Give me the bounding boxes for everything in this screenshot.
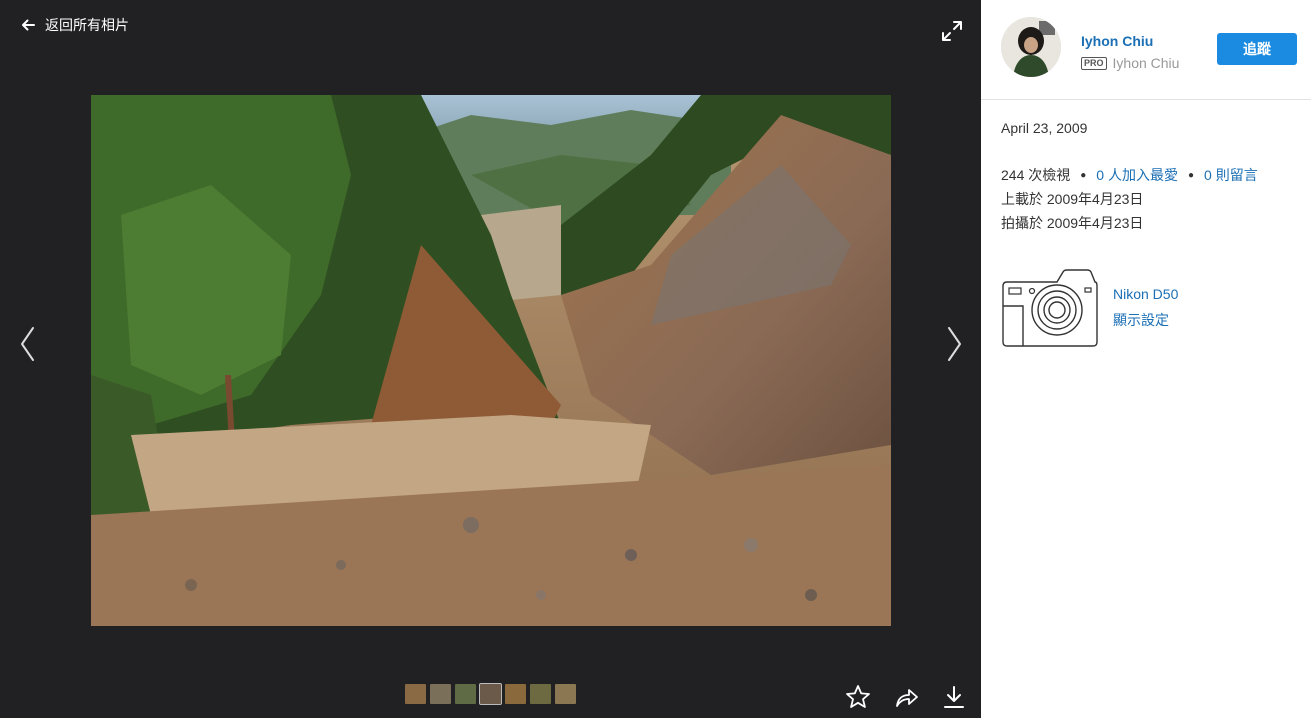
info-panel: Iyhon Chiu PRO Iyhon Chiu 追蹤 April 23, 2… [981,0,1311,718]
photo-info: April 23, 2009 244 次檢視 ● 0 人加入最愛 ● 0 則留言… [1001,120,1301,233]
follow-button[interactable]: 追蹤 [1217,33,1297,65]
photo-date: April 23, 2009 [1001,120,1088,136]
share-icon[interactable] [893,684,919,710]
taken-date: 拍攝於 2009年4月23日 [1001,215,1144,231]
back-label: 返回所有相片 [45,18,129,34]
back-to-all-photos-link[interactable]: 返回所有相片 [20,15,129,35]
photo-stats: 244 次檢視 ● 0 人加入最愛 ● 0 則留言 [1001,165,1301,185]
views-count: 244 次檢視 [1001,167,1071,183]
faves-count-link[interactable]: 0 人加入最愛 [1096,165,1178,185]
thumbnail[interactable] [530,684,551,704]
owner-header: Iyhon Chiu PRO Iyhon Chiu 追蹤 [981,0,1311,100]
camera-icon [1002,269,1098,347]
thumbnail[interactable] [555,684,576,704]
separator-dot: ● [1080,169,1087,181]
uploaded-date: 上載於 2009年4月23日 [1001,191,1144,207]
arrow-left-icon [22,19,35,31]
photo-viewer: 返回所有相片 [0,0,981,718]
avatar[interactable] [1001,17,1061,77]
thumbnail-filmstrip [405,683,576,705]
pro-badge: PRO [1081,56,1107,70]
thumbnail[interactable] [430,684,451,704]
show-settings-link[interactable]: 顯示設定 [1113,310,1169,330]
download-icon[interactable] [941,684,967,710]
owner-name-link[interactable]: Iyhon Chiu [1081,33,1153,49]
separator-dot: ● [1187,169,1195,181]
comments-count-link[interactable]: 0 則留言 [1204,165,1258,185]
camera-model-link[interactable]: Nikon D50 [1113,286,1178,302]
thumbnail[interactable] [455,684,476,704]
thumbnail[interactable] [505,684,526,704]
thumbnail-current[interactable] [479,683,502,705]
expand-icon[interactable] [940,19,964,43]
main-photo [91,95,891,626]
owner-pro-row: PRO Iyhon Chiu [1081,55,1179,71]
photo-actions [845,684,967,710]
previous-photo-chevron-icon[interactable] [16,324,40,364]
fave-star-icon[interactable] [845,684,871,710]
owner-subname: Iyhon Chiu [1112,55,1180,71]
thumbnail[interactable] [405,684,426,704]
next-photo-chevron-icon[interactable] [942,324,966,364]
